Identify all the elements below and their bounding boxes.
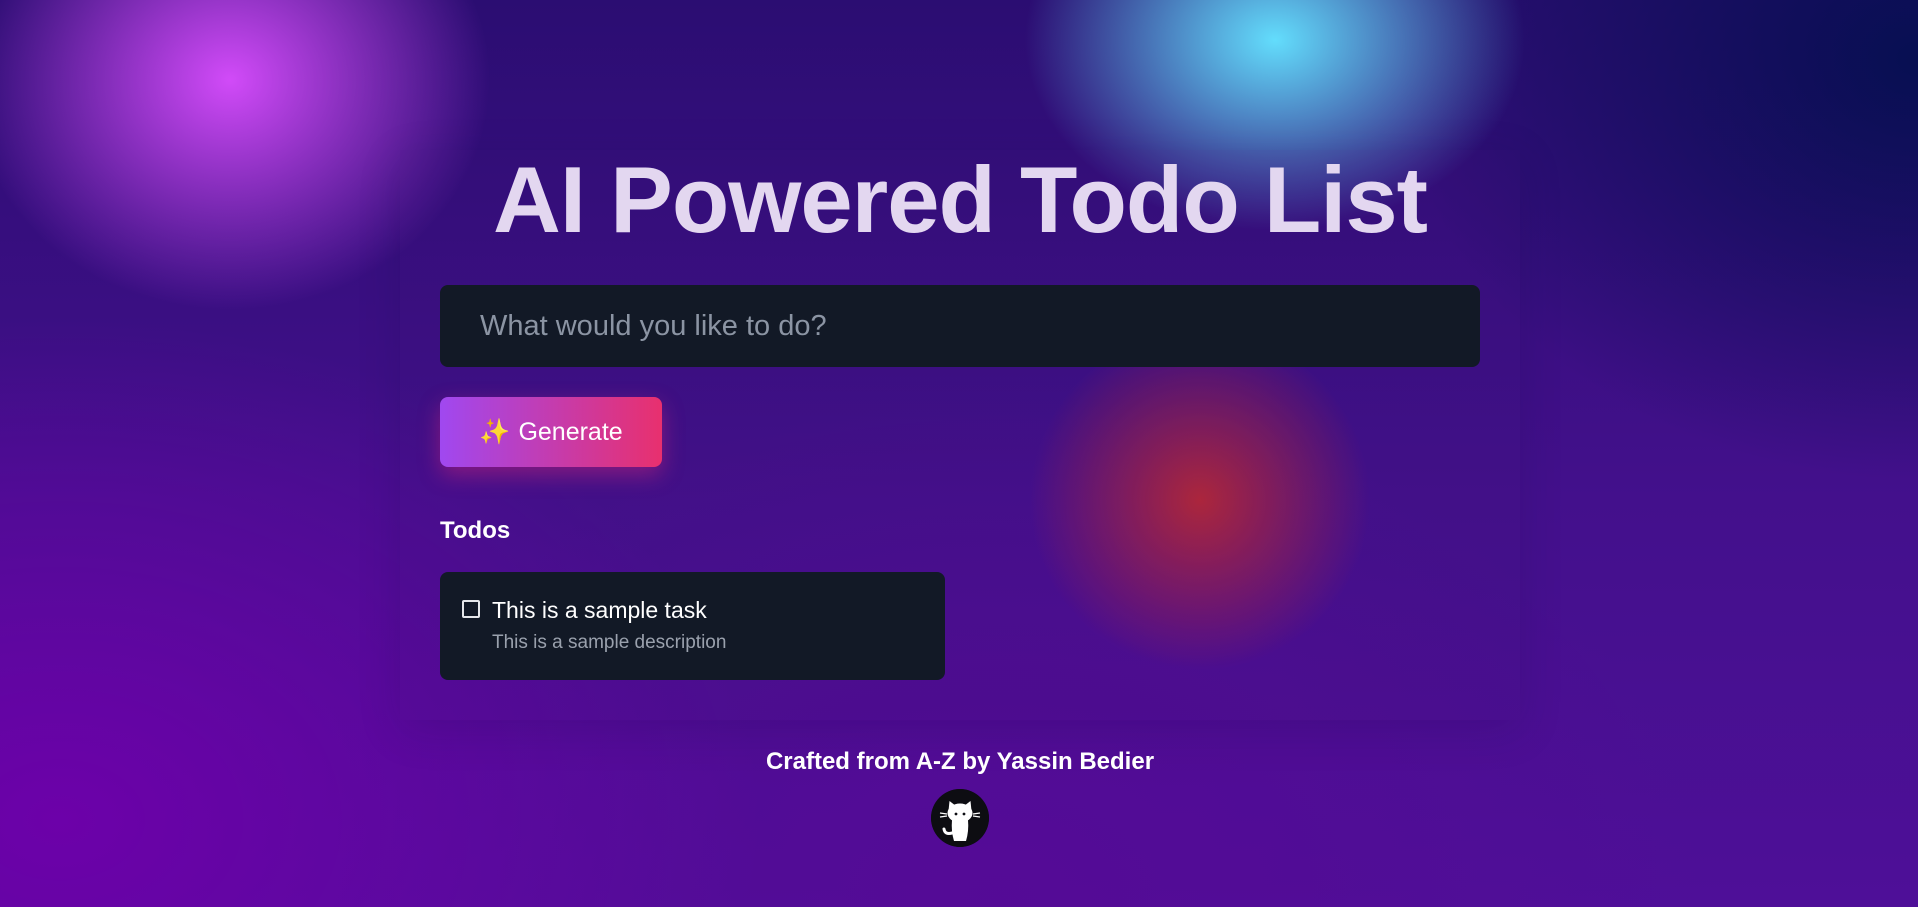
github-octocat-icon bbox=[931, 789, 989, 847]
todo-description: This is a sample description bbox=[492, 632, 727, 653]
task-input[interactable] bbox=[440, 285, 1480, 367]
todo-checkbox[interactable] bbox=[462, 600, 480, 618]
page-title: AI Powered Todo List bbox=[493, 147, 1428, 252]
footer-credit: Crafted from A-Z by Yassin Bedier bbox=[765, 748, 1155, 775]
todo-item: This is a sample task This is a sample d… bbox=[440, 572, 945, 680]
github-link[interactable] bbox=[931, 789, 989, 847]
todo-title: This is a sample task bbox=[492, 597, 707, 623]
todos-heading: Todos bbox=[440, 517, 511, 544]
generate-button-label: Generate bbox=[518, 417, 623, 446]
generate-button[interactable]: ✨ Generate bbox=[440, 397, 662, 467]
sparkles-icon: ✨ bbox=[479, 417, 511, 446]
